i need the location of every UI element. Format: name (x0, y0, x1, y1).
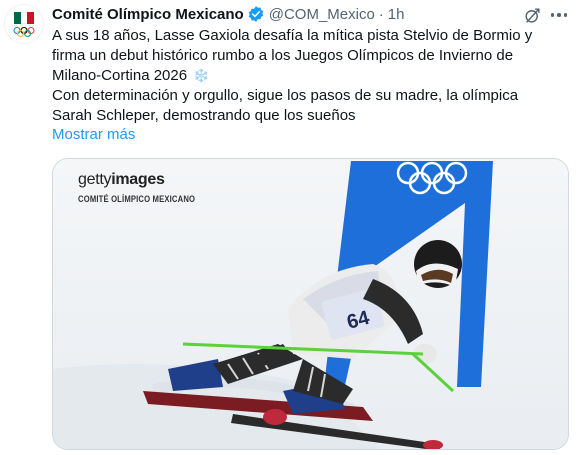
tweet[interactable]: Comité Olímpico Mexicano @COM_Mexico · 1… (0, 0, 577, 455)
tweet-text-line: firma un debut histórico rumbo a los Jue… (52, 47, 514, 64)
tweet-text-line: A sus 18 años, Lasse Gaxiola desafía la … (52, 27, 533, 44)
avatar[interactable] (4, 4, 44, 44)
author-name[interactable]: Comité Olímpico Mexicano (52, 6, 244, 23)
tweet-text-line: Milano-Cortina 2026 ❄️ (52, 66, 572, 86)
tweet-text-line: Sarah Schleper, demostrando que los sueñ… (52, 107, 356, 124)
grok-icon[interactable] (521, 4, 543, 26)
more-icon[interactable] (546, 4, 572, 26)
tweet-media-image[interactable]: gettyimages COMITÉ OLÍMPICO MEXICANO 64 (52, 158, 569, 450)
tweet-timestamp[interactable]: 1h (388, 6, 405, 23)
snowflake-icon: ❄️ (193, 68, 210, 83)
bib-number-layer: 64 (345, 307, 373, 334)
tweet-text: A sus 18 años, Lasse Gaxiola desafía la … (52, 26, 572, 126)
bib-number: 64 (345, 307, 373, 334)
show-more-link[interactable]: Mostrar más (52, 125, 135, 145)
tweet-header: Comité Olímpico Mexicano @COM_Mexico · 1… (52, 4, 404, 24)
mexico-flag-icon (14, 11, 35, 24)
verified-badge-icon (247, 5, 265, 23)
author-handle[interactable]: @COM_Mexico (269, 6, 375, 23)
olympic-rings-icon (13, 26, 35, 37)
tweet-text-line: Con determinación y orgullo, sigue los p… (52, 87, 519, 104)
tweet-text-segment: Milano-Cortina 2026 (52, 67, 188, 84)
separator-dot: · (378, 5, 384, 23)
